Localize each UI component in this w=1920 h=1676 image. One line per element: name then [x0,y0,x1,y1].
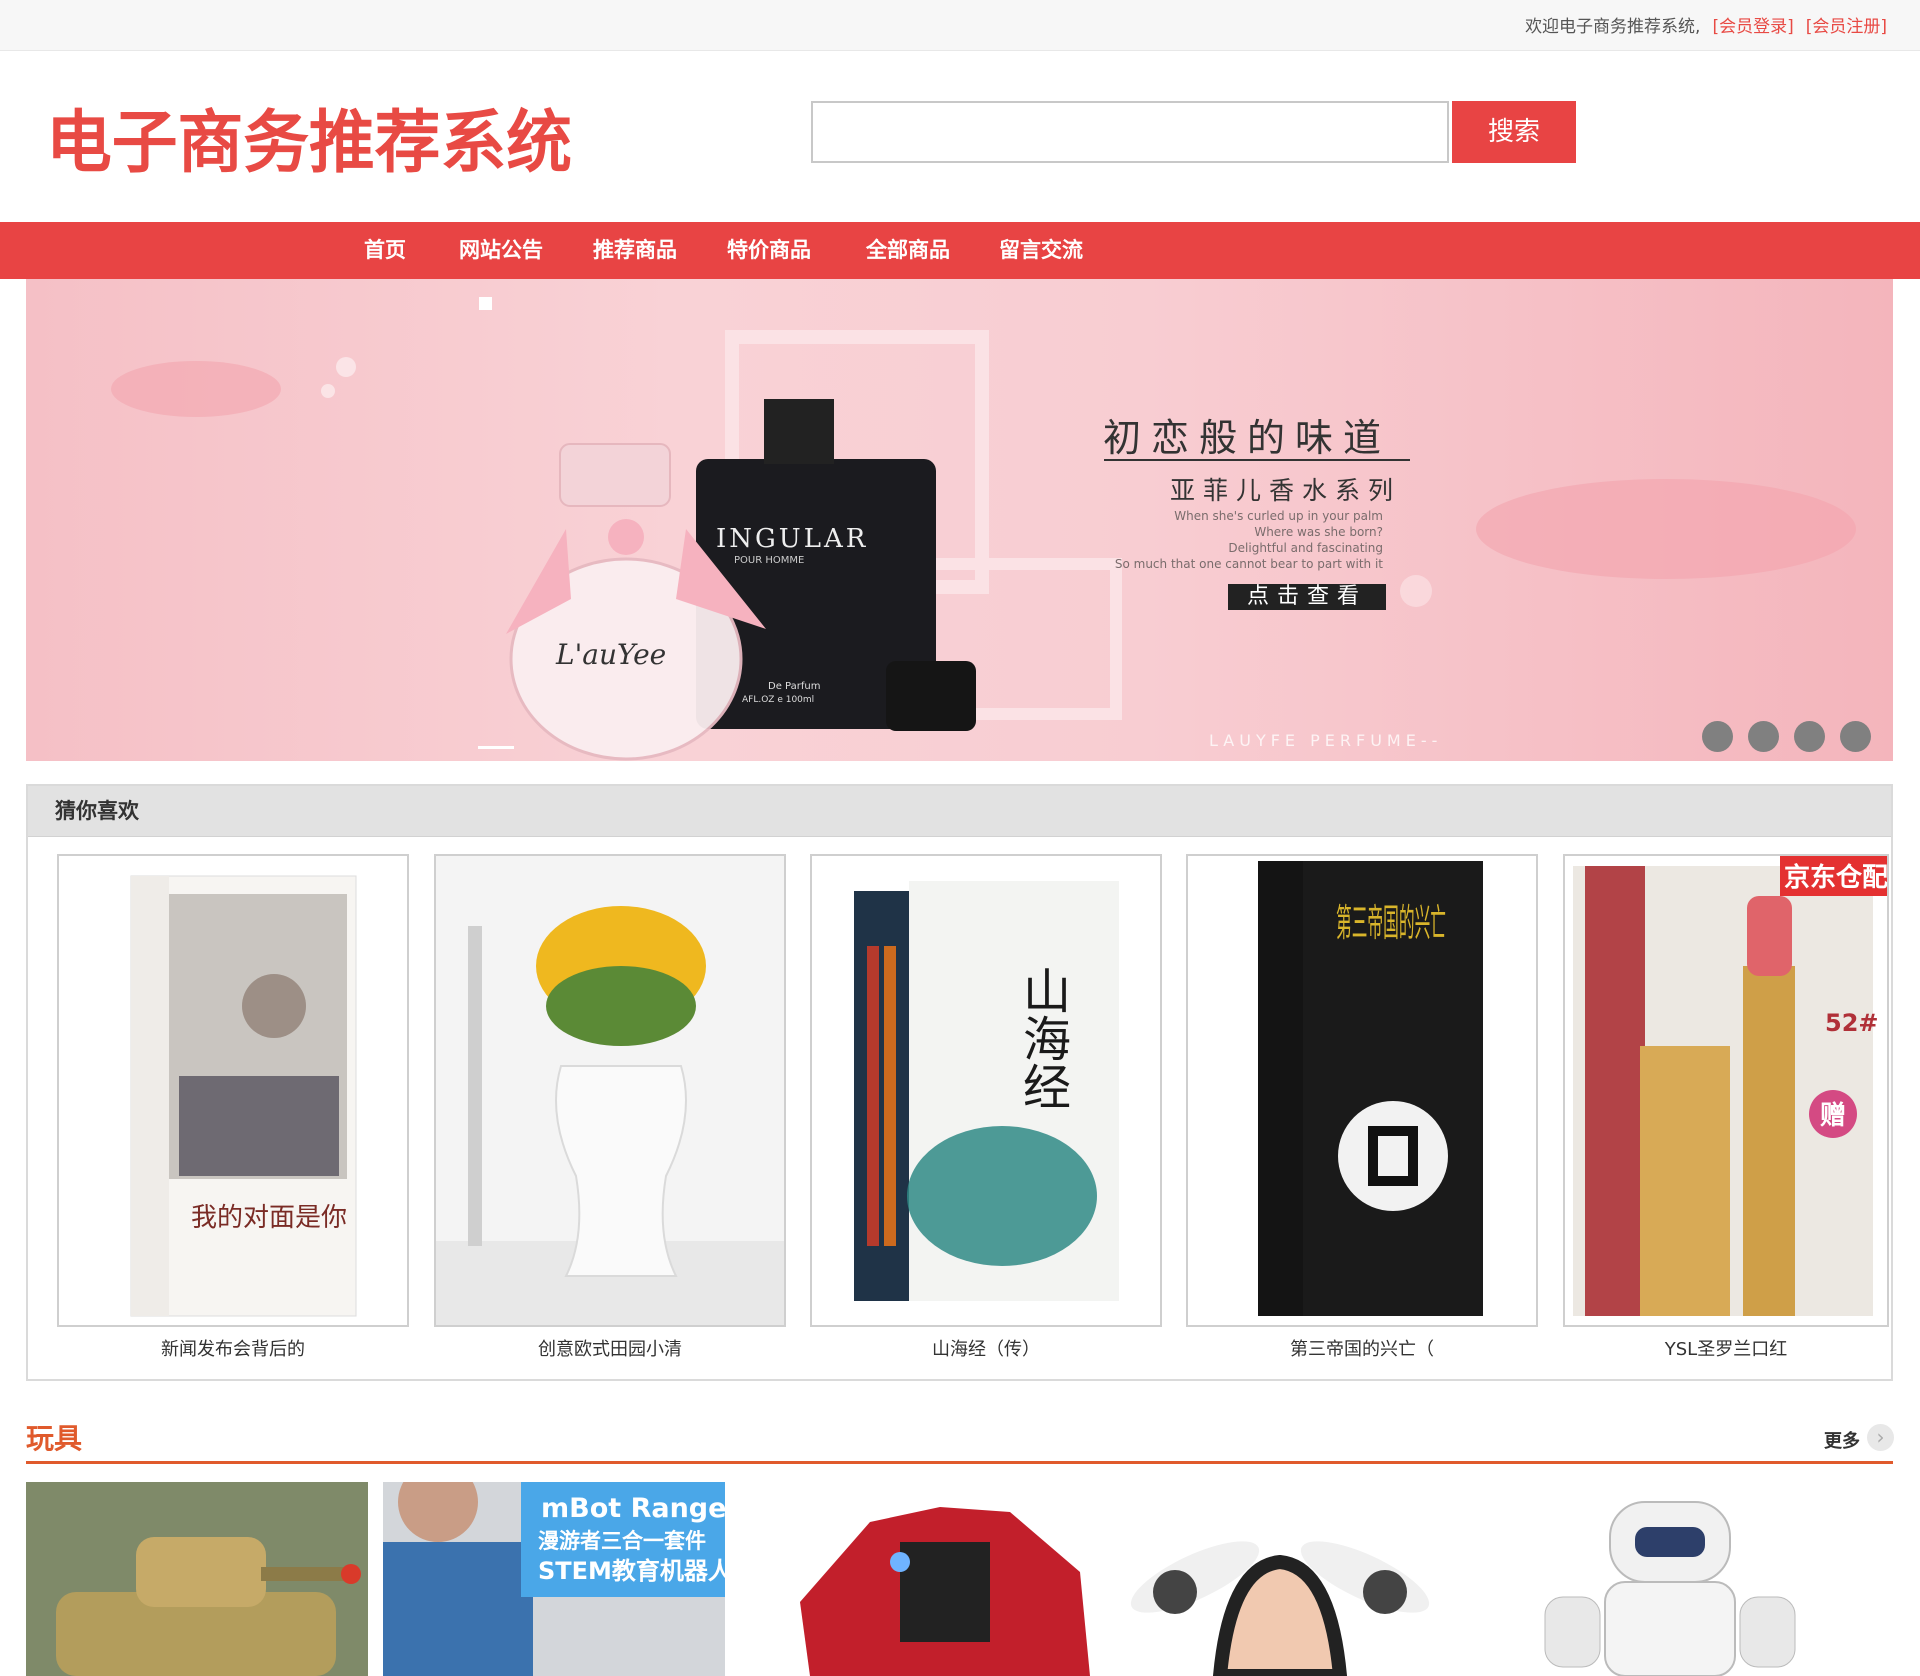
banner-headline-rule [1104,459,1410,461]
book-title: 山海经 [1014,966,1070,1110]
hero-banner[interactable]: INGULAR POUR HOMME De Parfum AFL.OZ e 10… [26,279,1893,761]
product-name[interactable]: 创意欧式田园小清 [434,1335,786,1361]
banner-english-line: Where was she born? [1254,525,1383,539]
banner-headline: 初恋般的味道 [1103,416,1392,460]
nav-specials[interactable]: 特价商品 [727,222,811,279]
top-bar: 欢迎电子商务推荐系统, [会员登录] [会员注册] [0,0,1920,51]
main-nav: 首页 网站公告 推荐商品 特价商品 全部商品 留言交流 [0,222,1920,279]
carousel-dots [1687,721,1871,753]
product-tag: 京东仓配 [1784,862,1887,893]
product-card[interactable]: 创意欧式田园小清 [434,854,786,1361]
toy-item[interactable] [26,1482,368,1676]
product-card[interactable]: 山海经 山海经（传） [810,854,1162,1361]
mbot-subtitle-2: STEM教育机器人 [538,1557,725,1585]
product-name[interactable]: 第三帝国的兴亡（ [1186,1335,1538,1361]
product-name[interactable]: 新闻发布会背后的 [57,1335,409,1361]
banner-artwork: INGULAR POUR HOMME De Parfum AFL.OZ e 10… [111,330,1856,761]
toy-item[interactable] [1500,1482,1842,1676]
robot-car-toy-image [780,1482,1122,1676]
toy-item[interactable]: mBot Ranger 漫游者三合一套件 STEM教育机器人 [383,1482,725,1676]
lipstick-shade: 52# [1825,1009,1879,1037]
product-image[interactable]: 山海经 [810,854,1162,1327]
banner-brand-text: LAUYFE PERFUME-- [1209,731,1443,750]
banner-square-indicator [479,297,492,310]
nav-recommended[interactable]: 推荐商品 [593,222,677,279]
toy-item[interactable] [1110,1482,1452,1676]
login-link[interactable]: [会员登录] [1712,17,1793,37]
nav-messages[interactable]: 留言交流 [999,222,1083,279]
toys-section-title: 玩具 [26,1422,83,1455]
tank-toy-image [26,1482,368,1676]
product-image[interactable]: 第三帝国的兴亡 [1186,854,1538,1327]
black-bottle-label: INGULAR [716,524,868,554]
mbot-toy-image: mBot Ranger 漫游者三合一套件 STEM教育机器人 [383,1482,725,1676]
product-image[interactable]: 京东仓配 52# 赠 [1563,854,1889,1327]
welcome-text: 欢迎电子商务推荐系统, [1525,17,1701,37]
banner-english-line: So much that one cannot bear to part wit… [1114,557,1383,571]
black-bottle-volume: AFL.OZ e 100ml [742,695,814,705]
nav-all-products[interactable]: 全部商品 [866,222,950,279]
book-title: 第三帝国的兴亡 [1336,901,1446,945]
humanoid-robot-toy-image [1500,1482,1842,1676]
section-title: 猜你喜欢 [28,786,1891,837]
search-input[interactable] [811,101,1449,163]
product-card[interactable]: 我的对面是你 新闻发布会背后的 [57,854,409,1361]
product-name[interactable]: 山海经（传） [810,1335,1162,1361]
gift-badge: 赠 [1820,1100,1846,1131]
dolphin-right-illustration [1476,479,1856,579]
lipstick-illustration: 京东仓配 52# 赠 [1573,856,1887,1316]
carousel-dot[interactable] [1702,721,1733,752]
product-card[interactable]: 京东仓配 52# 赠 YSL圣罗兰口红 [1563,854,1889,1361]
banner-cta-button[interactable]: 点击查看 [1228,584,1386,610]
banner-subheadline: 亚菲儿香水系列 [1170,476,1402,505]
carousel-dot[interactable] [1794,721,1825,752]
banner-progress-bar [478,746,514,749]
mbot-subtitle: 漫游者三合一套件 [538,1529,706,1553]
search-button[interactable]: 搜索 [1452,101,1576,163]
carousel-dot[interactable] [1748,721,1779,752]
banner-english-line: When she's curled up in your palm [1174,509,1383,523]
black-bottle-sublabel: POUR HOMME [734,555,804,566]
nav-announcements[interactable]: 网站公告 [459,222,543,279]
black-bottle-bottom-label: De Parfum [768,681,820,692]
book-cover-illustration: 我的对面是你 [130,875,357,1317]
toy-item[interactable] [780,1482,1122,1676]
dolphin-left-illustration [111,361,281,417]
vase-illustration [436,856,784,1325]
chevron-right-icon[interactable]: › [1867,1424,1894,1451]
logo-graphic: 电子商务推荐系统 [46,104,572,183]
welcome-bar: 欢迎电子商务推荐系统, [会员登录] [会员注册] [1525,12,1887,37]
product-name[interactable]: YSL圣罗兰口红 [1563,1335,1889,1361]
book-box-illustration: 山海经 [854,881,1119,1301]
product-card[interactable]: 第三帝国的兴亡 第三帝国的兴亡（ [1186,854,1538,1361]
site-logo[interactable]: 电子商务推荐系统 [46,78,576,188]
logo-text: 电子商务推荐系统 [46,104,572,183]
banner-english-line: Delightful and fascinating [1228,541,1383,555]
product-image[interactable] [434,854,786,1327]
toys-more-link[interactable]: 更多 [1824,1427,1860,1453]
nav-home[interactable]: 首页 [364,222,406,279]
product-image[interactable]: 我的对面是你 [57,854,409,1327]
banner-english-copy: When she's curled up in your palm Where … [1053,508,1383,572]
toys-section-divider [26,1461,1893,1464]
register-link[interactable]: [会员注册] [1806,17,1887,37]
pink-bottle-label: L'auYee [555,638,666,671]
book-title: 我的对面是你 [191,1203,347,1233]
drone-toy-image [1110,1482,1452,1676]
mbot-title: mBot Ranger [541,1493,725,1524]
guess-you-like-section: 猜你喜欢 我的对面是你 新闻发布会背后的 创意欧式田园小清 山海经 山海经（传）… [26,784,1893,1381]
carousel-dot[interactable] [1840,721,1871,752]
book-box-illustration: 第三帝国的兴亡 [1258,861,1483,1316]
